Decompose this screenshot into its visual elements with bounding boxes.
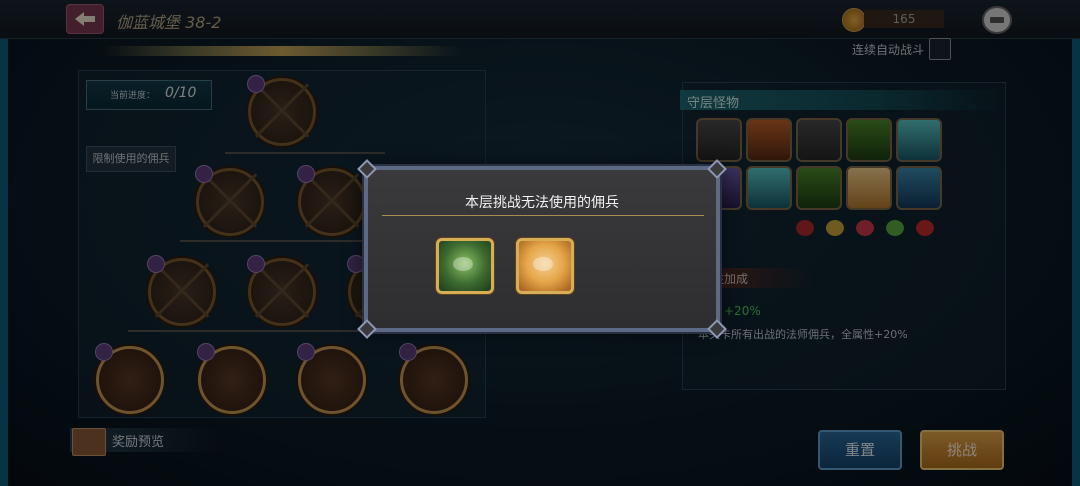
floor-node-1[interactable] (247, 75, 316, 146)
currency-value: 165 (864, 10, 944, 28)
priestess-face-icon (533, 257, 553, 271)
progress-value: 0/10 (165, 85, 197, 101)
light-element-icon (826, 220, 844, 236)
monster-title: 守层怪物 (687, 96, 740, 111)
element-badge-icon (297, 165, 315, 183)
element-badge-icon (197, 343, 215, 361)
back-arrow-icon (75, 12, 95, 26)
monster-portrait[interactable] (746, 118, 792, 162)
element-badge-icon (95, 343, 113, 361)
element-badge-icon (247, 75, 265, 93)
floor-node-8[interactable] (197, 343, 266, 414)
reset-button[interactable]: 重置 (818, 430, 902, 470)
dark-element-icon (916, 220, 934, 236)
top-bar: 伽蓝城堡 38-2 165 (0, 0, 1080, 39)
fire-element-icon (796, 220, 814, 236)
progress-label: 当前进度： (110, 91, 156, 101)
bonus-description: 本关卡所有出战的法师佣兵，全属性+20% (698, 328, 908, 341)
element-badge-icon (147, 255, 165, 273)
element-badge-icon (247, 255, 265, 273)
challenge-button[interactable]: 挑战 (920, 430, 1004, 470)
floor-node-5[interactable] (247, 255, 316, 326)
beast-element-icon (856, 220, 874, 236)
chat-icon[interactable] (982, 6, 1012, 34)
monster-portrait[interactable] (796, 118, 842, 162)
auto-battle-checkbox[interactable] (929, 38, 951, 60)
bonus-percent: +20% (724, 304, 761, 318)
tree-connector (180, 240, 380, 242)
back-button[interactable] (66, 4, 104, 34)
right-edge-strip (1072, 38, 1080, 486)
decorative-wing (100, 46, 462, 56)
floor-node-3[interactable] (297, 165, 366, 236)
tree-connector (225, 152, 385, 154)
auto-battle-label: 连续自动战斗 (852, 43, 925, 57)
monster-portrait[interactable] (696, 118, 742, 162)
left-edge-strip (0, 38, 8, 486)
restricted-mercenary-portrait[interactable] (516, 238, 574, 294)
element-badge-icon (297, 343, 315, 361)
dialog-divider (382, 215, 704, 216)
restricted-mercenary-portrait[interactable] (436, 238, 494, 294)
element-badge-icon (399, 343, 417, 361)
floor-node-2[interactable] (195, 165, 264, 236)
book-magnifier-icon (72, 428, 106, 456)
stage-title: 伽蓝城堡 38-2 (116, 13, 222, 32)
monster-portrait[interactable] (846, 118, 892, 162)
nature-element-icon (886, 220, 904, 236)
dialog-title: 本层挑战无法使用的佣兵 (465, 195, 619, 211)
restricted-mercenaries-dialog: 本层挑战无法使用的佣兵 (357, 159, 727, 339)
monster-portrait[interactable] (796, 166, 842, 210)
floor-node-9[interactable] (297, 343, 366, 414)
floor-node-current[interactable] (95, 343, 164, 414)
monster-portrait[interactable] (896, 118, 942, 162)
reward-preview-label: 奖励预览 (112, 435, 165, 450)
element-badge-icon (347, 255, 365, 273)
limit-mercenaries-button[interactable]: 限制使用的佣兵 (86, 146, 176, 172)
floor-node-10[interactable] (399, 343, 468, 414)
goblin-face-icon (453, 257, 473, 271)
monster-portrait[interactable] (896, 166, 942, 210)
monster-portrait[interactable] (846, 166, 892, 210)
element-badge-icon (195, 165, 213, 183)
coin-icon (842, 8, 866, 32)
floor-node-4[interactable] (147, 255, 216, 326)
monster-portrait[interactable] (746, 166, 792, 210)
